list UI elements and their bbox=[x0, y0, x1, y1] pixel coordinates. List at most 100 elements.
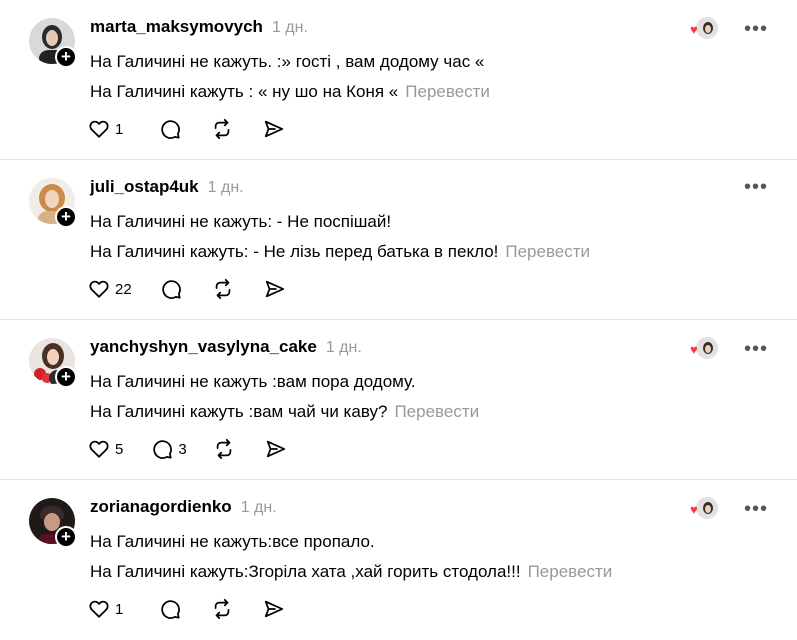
send-icon bbox=[265, 600, 284, 618]
reply-button[interactable]: 3 bbox=[151, 438, 187, 460]
repost-icon bbox=[215, 118, 230, 140]
liked-by-author-indicator: ♥ bbox=[690, 17, 718, 41]
username[interactable]: zorianagordienko bbox=[90, 497, 232, 517]
like-count: 5 bbox=[115, 440, 124, 458]
post: + marta_maksymovych 1 дн. На Галичині не… bbox=[0, 0, 797, 160]
repost-button[interactable] bbox=[211, 598, 233, 620]
post-text-line: На Галичині не кажуть. :» гості , вам до… bbox=[90, 52, 485, 71]
more-options-icon[interactable]: ••• bbox=[744, 339, 768, 359]
post-text: На Галичині не кажуть:все пропало. На Га… bbox=[90, 527, 612, 587]
post-text-line-2: На Галичині кажуть:Згоріла хата ,хай гор… bbox=[90, 557, 612, 587]
post-header: yanchyshyn_vasylyna_cake 1 дн. bbox=[90, 337, 362, 359]
liked-by-author-indicator: ♥ bbox=[690, 497, 718, 521]
follow-plus-icon[interactable]: + bbox=[55, 46, 77, 68]
repost-button[interactable] bbox=[213, 438, 235, 460]
post-header: marta_maksymovych 1 дн. bbox=[90, 17, 308, 39]
post-text-line-content: На Галичині кажуть: - Не лізь перед бать… bbox=[90, 242, 499, 261]
avatar-wrap[interactable]: + bbox=[29, 498, 77, 548]
heart-icon bbox=[89, 280, 109, 298]
avatar-wrap[interactable]: + bbox=[29, 178, 77, 228]
post-text-line-content: На Галичині кажуть:Згоріла хата ,хай гор… bbox=[90, 562, 521, 581]
share-button[interactable] bbox=[263, 598, 285, 620]
like-button[interactable]: 5 bbox=[88, 438, 123, 460]
repost-icon bbox=[215, 598, 230, 620]
comment-icon bbox=[161, 600, 181, 619]
share-button[interactable] bbox=[263, 118, 285, 140]
more-options-icon[interactable]: ••• bbox=[744, 19, 768, 39]
heart-filled-icon: ♥ bbox=[689, 22, 698, 37]
post-tools: ♥ ••• bbox=[690, 497, 768, 521]
follow-plus-icon[interactable]: + bbox=[55, 366, 77, 388]
post-header: zorianagordienko 1 дн. bbox=[90, 497, 277, 519]
translate-link[interactable]: Перевести bbox=[505, 242, 590, 261]
like-count: 22 bbox=[115, 280, 132, 298]
post-time[interactable]: 1 дн. bbox=[326, 339, 362, 357]
comment-icon bbox=[161, 120, 181, 139]
post-text-line-2: На Галичині кажуть :вам чай чи каву? Пере… bbox=[90, 397, 479, 427]
like-button[interactable]: 1 bbox=[88, 598, 123, 620]
action-bar: 22 bbox=[88, 277, 306, 301]
repost-icon bbox=[215, 278, 230, 300]
username[interactable]: marta_maksymovych bbox=[90, 17, 263, 37]
post-text: На Галичині не кажуть :вам пора додому. … bbox=[90, 367, 479, 427]
post-text-line-2: На Галичині кажуть: - Не лізь перед бать… bbox=[90, 237, 590, 267]
more-options-icon[interactable]: ••• bbox=[744, 499, 768, 519]
like-count: 1 bbox=[115, 600, 124, 618]
avatar-wrap[interactable]: + bbox=[29, 18, 77, 68]
username[interactable]: yanchyshyn_vasylyna_cake bbox=[90, 337, 317, 357]
action-bar: 1 bbox=[88, 597, 305, 621]
heart-icon bbox=[89, 600, 109, 618]
send-icon bbox=[265, 120, 284, 138]
avatar-wrap[interactable]: + bbox=[29, 338, 77, 388]
repost-button[interactable] bbox=[212, 278, 234, 300]
share-button[interactable] bbox=[264, 278, 286, 300]
post-text-line: На Галичині не кажуть: - Не поспішай! bbox=[90, 212, 392, 231]
reply-button[interactable] bbox=[159, 118, 181, 140]
post-text-line: На Галичині не кажуть :вам пора додому. bbox=[90, 372, 416, 391]
post-header: juli_ostap4uk 1 дн. bbox=[90, 177, 244, 199]
comment-icon bbox=[153, 440, 173, 459]
post: + yanchyshyn_vasylyna_cake 1 дн. На Гали… bbox=[0, 320, 797, 480]
reply-button[interactable] bbox=[159, 598, 181, 620]
post-text: На Галичині не кажуть. :» гості , вам до… bbox=[90, 47, 490, 107]
heart-icon bbox=[89, 440, 109, 458]
heart-icon bbox=[89, 120, 109, 138]
action-bar: 5 3 bbox=[88, 437, 307, 461]
reply-count: 3 bbox=[178, 440, 187, 458]
post-text-line-content: На Галичині кажуть :вам чай чи каву? bbox=[90, 402, 388, 421]
post-time[interactable]: 1 дн. bbox=[241, 499, 277, 517]
repost-button[interactable] bbox=[211, 118, 233, 140]
author-avatar bbox=[695, 17, 718, 39]
author-avatar bbox=[695, 337, 718, 359]
comment-icon bbox=[162, 280, 181, 299]
liked-by-author-indicator: ♥ bbox=[690, 337, 718, 361]
heart-filled-icon: ♥ bbox=[689, 342, 698, 357]
post-text-line-2: На Галичині кажуть : « ну шо на Коня « Пе… bbox=[90, 77, 490, 107]
follow-plus-icon[interactable]: + bbox=[55, 526, 77, 548]
send-icon bbox=[266, 440, 285, 458]
like-count: 1 bbox=[115, 120, 124, 138]
reply-button[interactable] bbox=[160, 278, 182, 300]
username[interactable]: juli_ostap4uk bbox=[90, 177, 199, 197]
action-bar: 1 bbox=[88, 117, 305, 141]
post-text-line: На Галичині не кажуть:все пропало. bbox=[90, 532, 375, 551]
post-text-line-content: На Галичині кажуть : « ну шо на Коня « bbox=[90, 82, 399, 101]
post-tools: ♥ ••• bbox=[690, 337, 768, 361]
post-text: На Галичині не кажуть: - Не поспішай! На… bbox=[90, 207, 590, 267]
post: + juli_ostap4uk 1 дн. На Галичині не каж… bbox=[0, 160, 797, 320]
translate-link[interactable]: Перевести bbox=[405, 82, 490, 101]
like-button[interactable]: 22 bbox=[88, 278, 132, 300]
share-button[interactable] bbox=[265, 438, 287, 460]
translate-link[interactable]: Перевести bbox=[394, 402, 479, 421]
author-avatar bbox=[695, 497, 718, 519]
heart-filled-icon: ♥ bbox=[689, 502, 698, 517]
translate-link[interactable]: Перевести bbox=[528, 562, 613, 581]
post-time[interactable]: 1 дн. bbox=[272, 19, 308, 37]
post-tools: ••• bbox=[744, 177, 768, 197]
send-icon bbox=[265, 280, 284, 298]
post-time[interactable]: 1 дн. bbox=[208, 179, 244, 197]
like-button[interactable]: 1 bbox=[88, 118, 123, 140]
more-options-icon[interactable]: ••• bbox=[744, 177, 768, 197]
follow-plus-icon[interactable]: + bbox=[55, 206, 77, 228]
post-tools: ♥ ••• bbox=[690, 17, 768, 41]
